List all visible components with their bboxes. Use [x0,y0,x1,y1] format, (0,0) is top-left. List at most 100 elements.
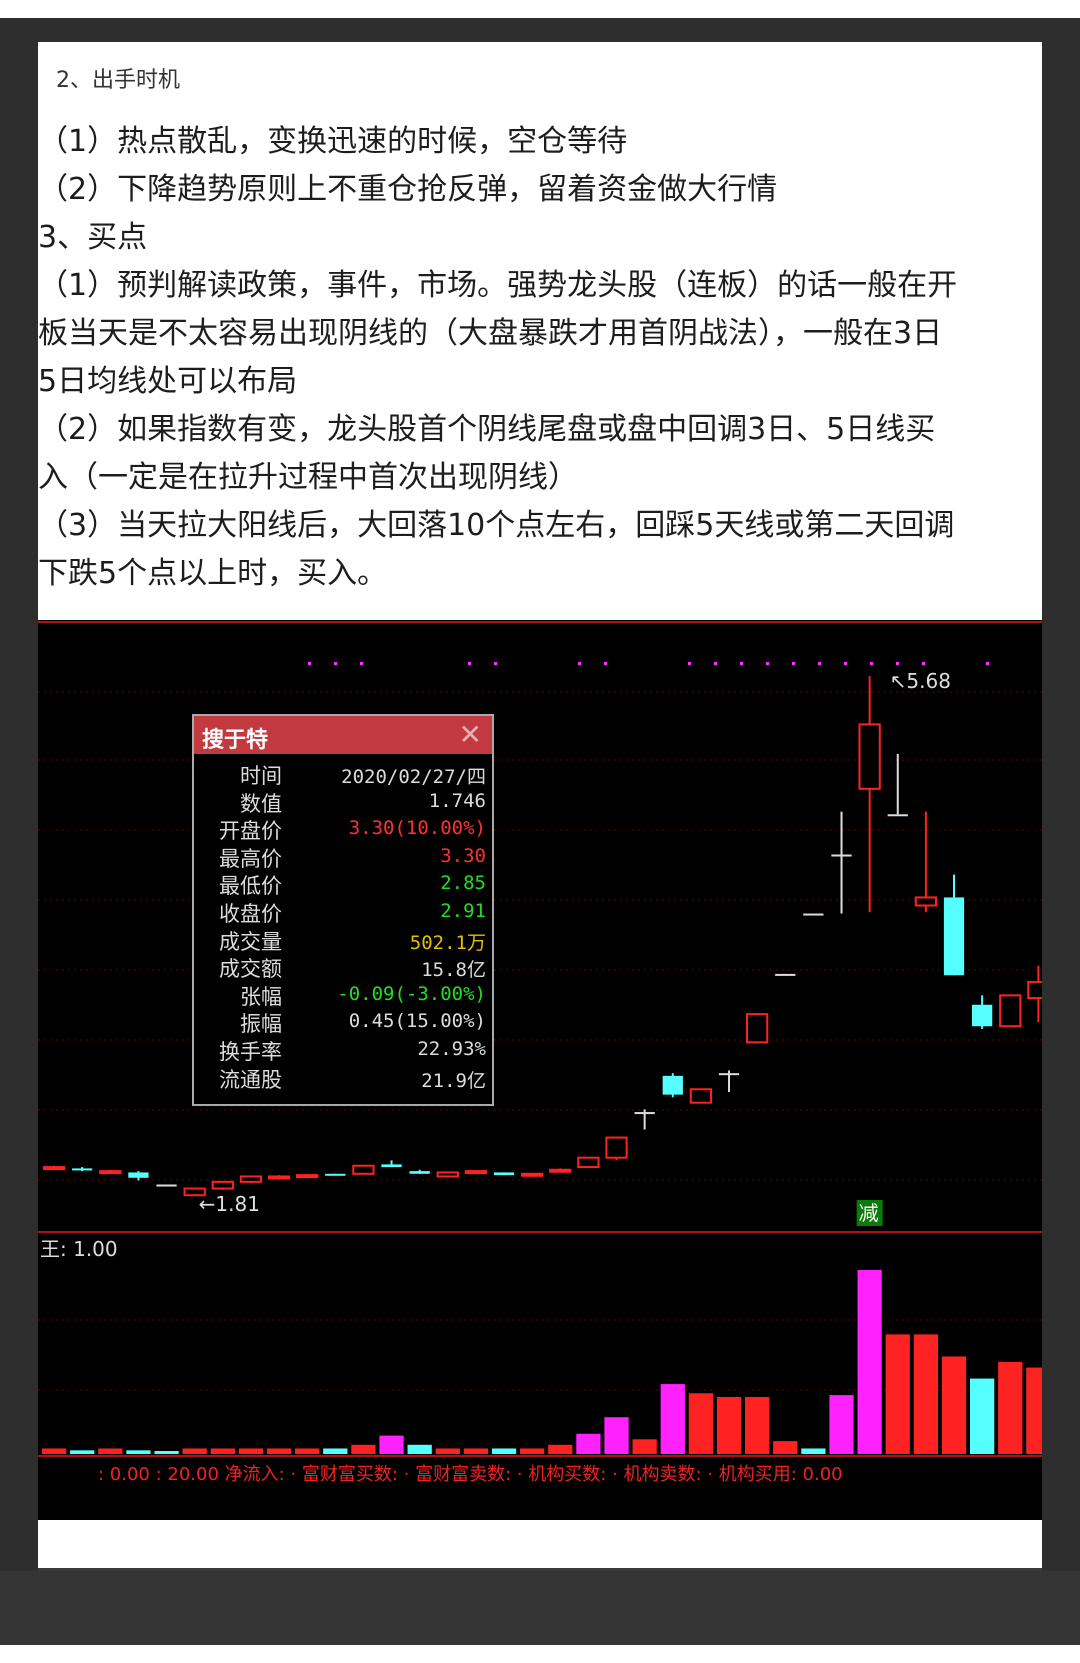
indicator-bar [182,1448,207,1454]
candle-body [352,1164,375,1175]
indicator-bar [829,1395,854,1454]
indicator-bar [801,1448,826,1454]
candle-body [831,854,852,857]
popup-row: 时间 2020/02/27/四 [194,760,492,788]
popup-row-label: 成交额 [219,957,282,982]
popup-row-label: 收盘价 [219,902,282,926]
popup-row: 成交额 15.8亿 [194,953,492,981]
indicator-bar [463,1448,489,1454]
indicator-bar [435,1448,460,1454]
candle-body [972,1004,993,1027]
popup-row: 收盘价 2.91 [194,898,492,926]
signal-dot [494,662,497,665]
indicator-bar [913,1334,939,1454]
signal-dot [740,662,743,665]
candle-body [858,723,881,790]
candle-body [99,1170,122,1175]
popup-row-value: 502.1万 [409,931,486,954]
reduce-tag: 减 [859,1201,879,1225]
indicator-bar [716,1396,742,1454]
indicator-bar [295,1448,320,1454]
indicator-bar [238,1448,264,1454]
popup-row-label: 数值 [240,791,282,816]
indicator-bar [491,1448,517,1454]
text-line: 板当天是不太容易出现阴线的（大盘暴跌才用首阴战法），一般在3日 [38,316,943,351]
candle-body [549,1168,572,1173]
text-line: （2）如果指数有变，龙头股首个阴线尾盘或盘中回调3日、5日线买 [38,412,936,447]
text-line: （3）当天拉大阳线后，大回落10个点左右，回踩5天线或第二天回调 [38,508,955,543]
text-line: 下跌5个点以上时，买入。 [38,556,388,591]
signal-dot [688,662,691,665]
popup-row-label: 开盘价 [219,819,282,844]
indicator-bar [660,1384,685,1454]
indicator-status-bar: : 0.00 : 20.00 净流入: · 富财富买数: · 富财富卖数: · … [98,1464,843,1485]
popup-row-value: 3.30 [440,844,486,867]
candle-body [239,1175,263,1183]
candle-body [211,1180,234,1190]
popup-row-label: 流通股 [219,1067,282,1092]
candle-body [156,1184,177,1187]
candle-body [436,1171,459,1178]
candle-body [493,1172,515,1176]
popup-row: 开盘价 3.30(10.00%) [194,815,492,843]
signal-dot [766,662,769,665]
low-price-marker: ←1.81 [199,1192,260,1216]
indicator-bar [970,1378,995,1454]
candle-body [577,1156,600,1169]
candle-body [605,1136,628,1159]
popup-row-value: 0.45(15.00%) [348,1010,486,1033]
popup-row: 振幅 0.45(15.00%) [194,1008,492,1036]
indicator-bar [351,1444,376,1454]
indicator-bar [604,1417,629,1454]
viewer-bezel-top [0,18,1080,42]
viewer-bezel-bottom [0,1571,1080,1645]
candle-body [689,1088,713,1104]
popup-title: 搜于特 [202,728,269,753]
candle-body [464,1170,488,1175]
popup-row: 最高价 3.30 [194,843,492,871]
high-price-marker: ↖5.68 [890,669,951,693]
indicator-label: 王: 1.00 [40,1237,118,1261]
popup-titlebar[interactable]: 搜于特 ✕ [194,716,492,754]
signal-dot [792,662,795,665]
popup-row-label: 振幅 [240,1012,282,1037]
candle-body [1027,980,1042,1000]
popup-row-value: 2.85 [440,872,486,895]
candle-body [72,1168,93,1171]
popup-row-value: 2.91 [440,900,486,922]
popup-row: 成交量 502.1万 [194,926,492,954]
candle-body [128,1172,149,1178]
stock-chart: ↖5.68 ←1.81 减王: 1.00 : 0.00 : 20.00 净流入: · … [38,620,1042,1520]
popup-row-value: 15.8亿 [421,959,486,982]
indicator-bar [688,1393,714,1454]
popup-row-label: 时间 [240,764,282,788]
candle-body [325,1173,346,1176]
text-line: （1）预判解读政策，事件，市场。强势龙头股（连板）的话一般在开 [38,268,958,303]
popup-row: 换手率 22.93% [194,1036,492,1064]
indicator-bar [885,1334,910,1454]
popup-row: 流通股 21.9亿 [194,1064,492,1092]
popup-row: 张幅 -0.09(-3.00%) [194,981,492,1009]
candle-body [999,994,1022,1028]
candle-body [775,973,796,976]
signal-dot [360,662,363,665]
signal-dot [870,662,873,665]
candle-body [943,897,965,976]
indicator-bar [745,1396,770,1454]
text-line: 3、买点 [38,220,148,255]
candle-body [381,1164,402,1168]
text-line: （1）热点散乱，变换迅速的时候，空仓等待 [38,124,628,159]
indicator-bar [70,1450,95,1454]
text-line: 入（一定是在拉升过程中首次出现阴线） [38,460,578,495]
popup-row-label: 最高价 [219,846,282,871]
close-icon[interactable]: ✕ [459,718,482,751]
signal-dot [468,662,471,665]
signal-dot [334,662,337,665]
popup-row-label: 成交量 [219,929,282,954]
document-page: 2、出手时机 （1）热点散乱，变换迅速的时候，空仓等待 （2）下降趋势原则上不重… [38,42,1042,1568]
candle-body [914,896,938,907]
indicator-bar [266,1448,292,1454]
candle-body [267,1175,291,1180]
indicator-bar [520,1448,545,1454]
popup-row-label: 最低价 [219,874,282,899]
